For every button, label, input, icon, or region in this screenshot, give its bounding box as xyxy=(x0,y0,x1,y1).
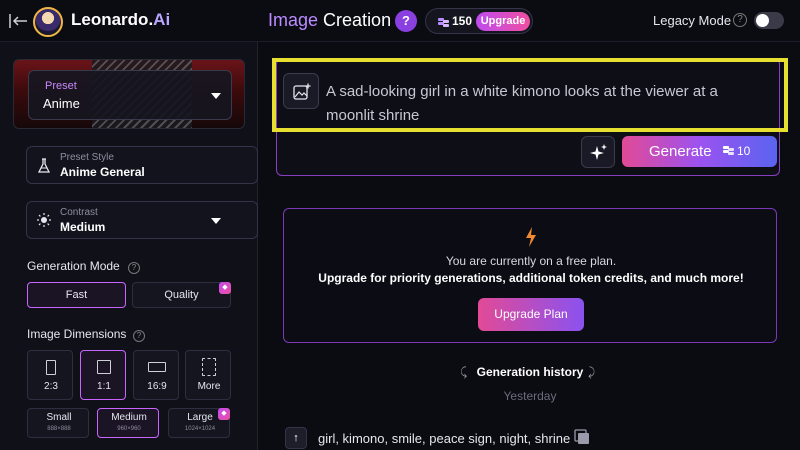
size-dims: 1024×1024 xyxy=(184,426,216,432)
token-coins-icon xyxy=(723,145,734,156)
ratio-label: More xyxy=(197,381,221,392)
chevron-down-icon xyxy=(211,93,221,99)
upsell-text: Upgrade for priority generations, additi… xyxy=(318,271,744,285)
ratio-2-3-button[interactable]: 2:3 xyxy=(27,350,73,400)
mode-quality-label: Quality xyxy=(164,289,199,301)
ratio-square-icon xyxy=(97,360,111,374)
prompt-magic-button[interactable] xyxy=(581,136,615,168)
upgrade-panel: You are currently on a free plan. Upgrad… xyxy=(283,208,777,343)
mode-quality-button[interactable]: Quality xyxy=(132,282,231,308)
preset-value: Anime xyxy=(43,96,80,111)
generation-mode-label: Generation Mode xyxy=(27,259,120,273)
contrast-label: Contrast xyxy=(60,207,98,218)
preset-selector[interactable]: Preset Anime xyxy=(13,59,245,129)
ratio-label: 16:9 xyxy=(147,381,167,392)
brand-name-main: Leonardo. xyxy=(71,10,154,29)
copy-icon[interactable] xyxy=(574,429,590,445)
upgrade-chip-button[interactable]: Upgrade xyxy=(476,12,530,31)
brand-logo[interactable] xyxy=(33,7,63,37)
preset-style-value: Anime General xyxy=(60,165,145,179)
token-balance: 150 Upgrade xyxy=(425,8,533,34)
generate-button[interactable]: Generate 10 xyxy=(622,136,777,167)
upgrade-plan-button[interactable]: Upgrade Plan xyxy=(478,298,584,331)
generate-cost: 10 xyxy=(737,144,751,158)
ratio-label: 1:1 xyxy=(97,381,111,392)
prompt-highlight-box xyxy=(272,58,788,132)
question-icon[interactable]: ? xyxy=(128,262,140,274)
back-arrow-icon[interactable] xyxy=(8,12,28,30)
sidebar: Preset Anime Preset Style Anime General … xyxy=(0,42,258,450)
legacy-mode-toggle[interactable] xyxy=(754,12,784,29)
ratio-label: 2:3 xyxy=(44,381,58,392)
history-prompt-text: girl, kimono, smile, peace sign, night, … xyxy=(318,431,571,446)
premium-diamond-icon: ◆ xyxy=(219,282,231,294)
ratio-more-icon xyxy=(202,358,216,376)
page-title-part2: Creation xyxy=(323,10,392,30)
question-icon[interactable]: ? xyxy=(133,330,145,342)
contrast-value: Medium xyxy=(60,220,106,234)
ratio-portrait-icon xyxy=(46,360,56,375)
preset-style-label: Preset Style xyxy=(60,152,114,163)
sun-icon xyxy=(37,213,51,227)
preset-style-select[interactable]: Preset Style Anime General xyxy=(26,146,258,184)
size-medium-button[interactable]: Medium 960×960 xyxy=(97,408,159,438)
history-arrow-right-icon: ⤸ xyxy=(588,365,596,379)
ratio-landscape-icon xyxy=(148,362,166,372)
help-button[interactable]: ? xyxy=(395,10,417,32)
size-small-button[interactable]: Small 888×888 xyxy=(27,408,89,438)
lightning-bolt-icon xyxy=(525,227,537,247)
size-dims: 960×960 xyxy=(117,426,141,432)
token-count: 150 xyxy=(452,14,473,28)
free-plan-text: You are currently on a free plan. xyxy=(445,254,617,268)
flask-icon xyxy=(37,158,51,174)
generation-history-title: Generation history xyxy=(476,365,584,379)
token-coins-icon xyxy=(438,17,449,28)
page-title: Image Creation xyxy=(268,10,391,31)
top-bar: Leonardo.Ai Image Creation ? 150 Upgrade… xyxy=(0,0,800,42)
generate-label: Generate xyxy=(649,143,712,160)
legacy-mode-label: Legacy Mode xyxy=(653,13,732,28)
chevron-down-icon xyxy=(211,218,221,224)
preset-dropdown[interactable]: Preset Anime xyxy=(28,70,232,120)
toggle-knob xyxy=(756,14,769,27)
premium-diamond-icon: ◆ xyxy=(218,408,230,420)
preset-tag: Preset xyxy=(45,80,77,92)
contrast-select[interactable]: Contrast Medium xyxy=(26,201,258,239)
size-name: Small xyxy=(46,412,72,423)
history-date: Yesterday xyxy=(503,389,557,403)
ratio-1-1-button[interactable]: 1:1 xyxy=(80,350,126,400)
size-name: Medium xyxy=(111,412,147,423)
size-dims: 888×888 xyxy=(47,426,71,432)
question-icon[interactable]: ? xyxy=(733,13,747,27)
sparkle-icon xyxy=(590,144,608,162)
ratio-more-button[interactable]: More xyxy=(185,350,231,400)
image-dimensions-label: Image Dimensions xyxy=(27,327,127,341)
reuse-prompt-button[interactable]: ↑ xyxy=(285,427,307,449)
mode-fast-button[interactable]: Fast xyxy=(27,282,126,308)
page-title-part1: Image xyxy=(268,10,319,30)
ratio-16-9-button[interactable]: 16:9 xyxy=(133,350,179,400)
brand-name-ai: Ai xyxy=(153,10,171,29)
brand-name: Leonardo.Ai xyxy=(71,10,170,30)
